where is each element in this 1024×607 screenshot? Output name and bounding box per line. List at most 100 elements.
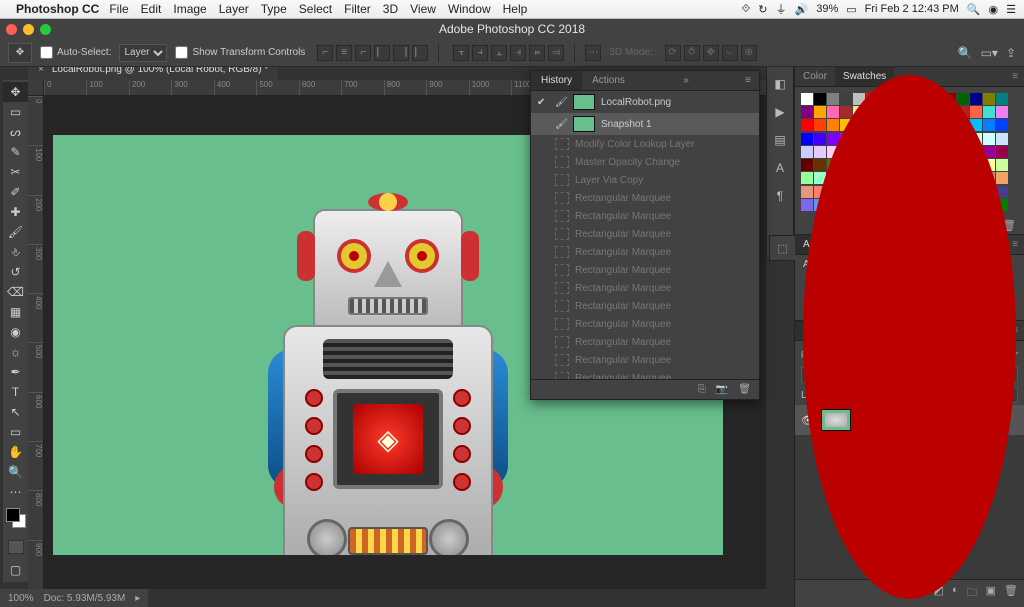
layer-visibility-icon[interactable]: 👁 xyxy=(801,414,815,427)
fg-bg-colors[interactable] xyxy=(3,506,28,534)
dist-bottom[interactable]: ⫠ xyxy=(491,45,507,61)
menu-layer[interactable]: Layer xyxy=(219,2,249,16)
share-icon[interactable]: ⇪ xyxy=(1006,46,1016,60)
lasso-tool[interactable]: ᔕ xyxy=(3,122,28,142)
dist-right[interactable]: ⫤ xyxy=(548,45,564,61)
more-align[interactable]: ⋯ xyxy=(585,45,601,61)
tab-history[interactable]: History xyxy=(531,71,582,90)
swatches-menu-icon[interactable]: ≡ xyxy=(1006,67,1024,86)
doc-info[interactable]: Doc: 5.93M/5.93M xyxy=(44,593,126,604)
minimize-window-button[interactable] xyxy=(23,24,34,35)
type-tool[interactable]: T xyxy=(3,382,28,402)
auto-select-mode[interactable]: Layer xyxy=(119,44,167,62)
zoom-level[interactable]: 100% xyxy=(8,593,34,604)
history-state[interactable]: Rectangular Marquee xyxy=(531,207,759,225)
show-transform-checkbox[interactable]: Show Transform Controls xyxy=(175,46,305,59)
gradient-tool[interactable]: ▦ xyxy=(3,302,28,322)
battery-icon[interactable]: ▭ xyxy=(846,3,856,16)
zoom-window-button[interactable] xyxy=(40,24,51,35)
menu-image[interactable]: Image xyxy=(173,2,206,16)
blur-tool[interactable]: ◉ xyxy=(3,322,28,342)
swatch[interactable] xyxy=(996,106,1008,118)
swatch[interactable] xyxy=(814,146,826,158)
menu-type[interactable]: Type xyxy=(261,2,287,16)
dropbox-icon[interactable]: ⟐ xyxy=(742,3,751,16)
wifi-icon[interactable]: ⏚ xyxy=(776,1,787,17)
zoom-tool[interactable]: 🔍 xyxy=(3,462,28,482)
dist-top[interactable]: ⫟ xyxy=(453,45,469,61)
history-state[interactable]: Rectangular Marquee xyxy=(531,243,759,261)
adjustments-collapsed-icon[interactable]: ⬚ xyxy=(769,235,795,261)
crop-tool[interactable]: ✂ xyxy=(3,162,28,182)
close-window-button[interactable] xyxy=(6,24,17,35)
history-source[interactable]: ✔🖌LocalRobot.png xyxy=(531,91,759,113)
swatch[interactable] xyxy=(996,172,1008,184)
quick-mask-toggle[interactable] xyxy=(8,540,24,554)
history-brush-tool[interactable]: ↺ xyxy=(3,262,28,282)
ruler-origin[interactable] xyxy=(28,80,44,96)
dock-color-icon[interactable]: ◧ xyxy=(774,77,785,91)
search-icon[interactable]: 🔍 xyxy=(958,46,973,60)
eraser-tool[interactable]: ⌫ xyxy=(3,282,28,302)
notifications-icon[interactable]: ☰ xyxy=(1006,3,1016,16)
menu-window[interactable]: Window xyxy=(448,2,491,16)
tab-actions[interactable]: Actions xyxy=(582,71,635,90)
dodge-tool[interactable]: ☼ xyxy=(3,342,28,362)
swatch[interactable] xyxy=(827,93,839,105)
swatch[interactable] xyxy=(840,93,852,105)
marquee-tool[interactable]: ▭ xyxy=(3,102,28,122)
swatch[interactable] xyxy=(996,146,1008,158)
new-group-icon[interactable]: 🗀 xyxy=(967,584,978,603)
panel-collapse-icon[interactable]: » xyxy=(677,71,697,90)
dock-char-icon[interactable]: A xyxy=(776,161,784,175)
tab-color[interactable]: Color xyxy=(795,67,835,86)
menu-help[interactable]: Help xyxy=(503,2,528,16)
doc-info-menu[interactable]: ▸ xyxy=(135,593,140,604)
swatch[interactable] xyxy=(801,133,813,145)
move-tool-preset[interactable]: ✥ xyxy=(8,43,32,63)
dist-vcenter[interactable]: ⫞ xyxy=(472,45,488,61)
spotlight-icon[interactable]: 🔍 xyxy=(967,3,981,16)
dock-play-icon[interactable]: ▶ xyxy=(775,105,784,119)
swatch[interactable] xyxy=(983,133,995,145)
menu-file[interactable]: File xyxy=(109,2,128,16)
layer-row[interactable]: 👁 Local Robot xyxy=(795,405,1024,435)
hand-tool[interactable]: ✋ xyxy=(3,442,28,462)
history-state[interactable]: Rectangular Marquee xyxy=(531,297,759,315)
history-state[interactable]: Modify Color Lookup Layer xyxy=(531,135,759,153)
align-hcenters[interactable]: ⎹ xyxy=(393,45,409,61)
move-tool[interactable]: ✥ xyxy=(3,82,28,102)
menu-edit[interactable]: Edit xyxy=(141,2,162,16)
healing-brush-tool[interactable]: ✚ xyxy=(3,202,28,222)
swatch[interactable] xyxy=(957,93,969,105)
menu-filter[interactable]: Filter xyxy=(344,2,371,16)
swatch[interactable] xyxy=(814,159,826,171)
app-menu[interactable]: Photoshop CC xyxy=(16,2,99,16)
pen-tool[interactable]: ✒ xyxy=(3,362,28,382)
screen-mode[interactable]: ▢ xyxy=(3,560,28,580)
swatch[interactable] xyxy=(801,172,813,184)
swatch[interactable] xyxy=(970,106,982,118)
swatch[interactable] xyxy=(983,119,995,131)
history-state[interactable]: Rectangular Marquee xyxy=(531,225,759,243)
ruler-vertical[interactable]: 0100200300400500600700800900 xyxy=(28,96,44,589)
swatch[interactable] xyxy=(801,119,813,131)
swatch[interactable] xyxy=(983,93,995,105)
history-state[interactable]: Layer Via Copy xyxy=(531,171,759,189)
history-source[interactable]: 🖌Snapshot 1 xyxy=(531,113,759,135)
brush-tool[interactable]: 🖌 xyxy=(3,222,28,242)
dist-hcenter[interactable]: ⫢ xyxy=(529,45,545,61)
swatch[interactable] xyxy=(801,106,813,118)
new-snapshot-icon[interactable]: 📷 xyxy=(716,384,728,395)
swatch[interactable] xyxy=(814,93,826,105)
panel-menu-icon[interactable]: ≡ xyxy=(739,71,759,90)
volume-icon[interactable]: 🔊 xyxy=(795,3,809,16)
sync-icon[interactable]: ↻ xyxy=(758,3,767,16)
swatch[interactable] xyxy=(996,119,1008,131)
history-state[interactable]: Rectangular Marquee xyxy=(531,315,759,333)
shape-tool[interactable]: ▭ xyxy=(3,422,28,442)
align-top-edges[interactable]: ⌐ xyxy=(317,45,333,61)
menu-select[interactable]: Select xyxy=(299,2,332,16)
history-states-list[interactable]: Modify Color Lookup LayerMaster Opacity … xyxy=(531,135,759,379)
eyedropper-tool[interactable]: ✐ xyxy=(3,182,28,202)
